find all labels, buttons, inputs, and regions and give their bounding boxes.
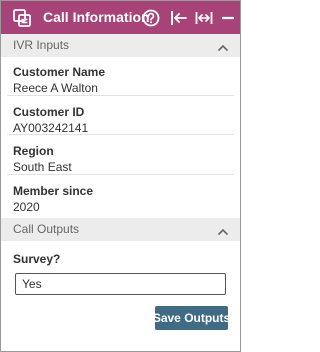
field-label: Region xyxy=(13,144,54,158)
ivr-inputs-title: IVR Inputs xyxy=(13,38,70,52)
field-value: AY003242141 xyxy=(13,121,89,135)
survey-input[interactable] xyxy=(15,273,226,295)
member-since-field: Member since 2020 xyxy=(7,175,234,218)
call-information-panel: Call Information IVR Inputs Customer Nam… xyxy=(0,0,241,352)
field-value: South East xyxy=(13,160,72,174)
call-outputs-title: Call Outputs xyxy=(13,222,80,236)
window-title: Call Information xyxy=(43,9,150,25)
field-label: Member since xyxy=(13,184,94,198)
help-icon[interactable] xyxy=(141,8,161,28)
field-label: Customer ID xyxy=(13,105,85,119)
expand-icon[interactable] xyxy=(194,8,214,28)
field-value: 2020 xyxy=(13,200,40,214)
customer-name-field: Customer Name Reece A Walton xyxy=(7,57,234,96)
call-outputs-header[interactable]: Call Outputs xyxy=(1,218,240,241)
chevron-up-icon[interactable] xyxy=(217,40,229,52)
dock-icon[interactable] xyxy=(169,8,189,28)
title-bar: Call Information xyxy=(1,1,240,34)
chevron-up-icon[interactable] xyxy=(217,224,229,236)
field-label: Customer Name xyxy=(13,65,106,79)
save-outputs-button[interactable]: Save Outputs xyxy=(153,306,230,330)
survey-label: Survey? xyxy=(13,252,61,266)
field-value: Reece A Walton xyxy=(13,81,98,95)
customer-id-field: Customer ID AY003242141 xyxy=(7,96,234,135)
ivr-inputs-header[interactable]: IVR Inputs xyxy=(1,34,240,57)
minimize-icon[interactable] xyxy=(218,8,238,28)
region-field: Region South East xyxy=(7,135,234,175)
app-logo-icon xyxy=(13,9,31,27)
